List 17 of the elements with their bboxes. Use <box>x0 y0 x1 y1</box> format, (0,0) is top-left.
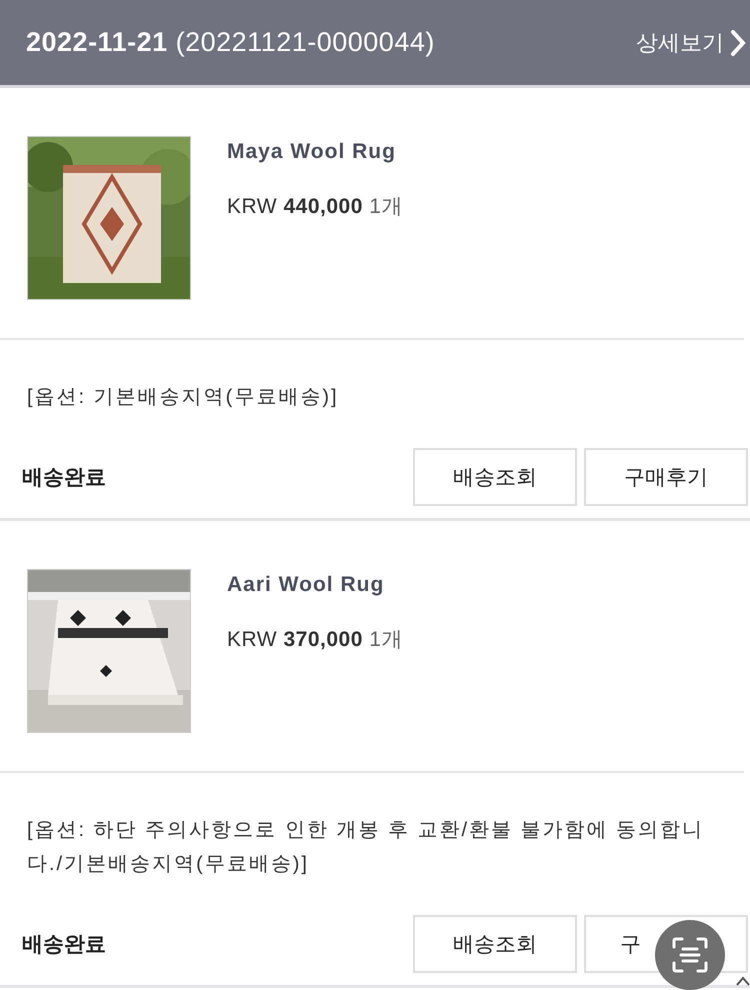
product-name[interactable]: Aari Wool Rug <box>227 573 403 597</box>
delivery-status: 배송완료 <box>22 932 107 958</box>
chevron-icon <box>730 28 746 56</box>
product-price: KRW 440,000 1개 <box>227 194 403 220</box>
product-price: KRW 370,000 1개 <box>227 627 403 653</box>
tracking-button[interactable]: 배송조회 <box>413 448 577 506</box>
delivery-status: 배송완료 <box>22 465 107 491</box>
details-link[interactable]: 상세보기 <box>636 28 750 58</box>
scan-icon <box>671 936 709 974</box>
option-text: [옵션: 하단 주의사항으로 인한 개봉 후 교환/환불 불가함에 동의합니다./기본배송지역(무료배송)] <box>26 818 706 877</box>
tracking-button[interactable]: 배송조회 <box>413 915 577 973</box>
option-text: [옵션: 기본배송지역(무료배송)] <box>26 385 340 410</box>
order-number: (20221121-0000044) <box>176 27 435 58</box>
review-button[interactable]: 구매후기 <box>584 448 748 506</box>
order-date: 2022-11-21 <box>26 27 168 58</box>
product-name[interactable]: Maya Wool Rug <box>227 140 403 164</box>
chevron-up-icon[interactable] <box>736 976 750 986</box>
